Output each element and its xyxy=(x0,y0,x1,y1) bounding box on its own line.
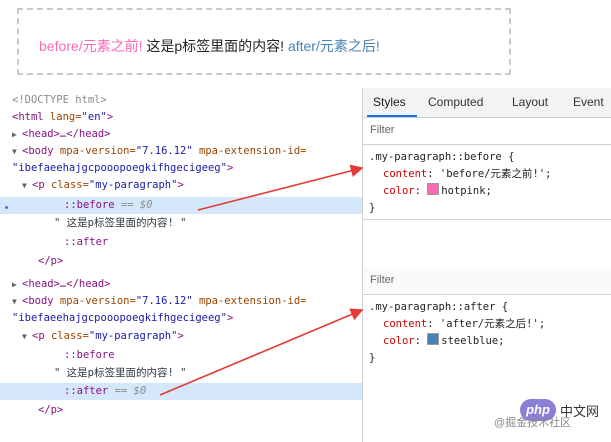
filter-input-2[interactable]: Filter xyxy=(370,274,394,286)
filter-bar[interactable]: Filter xyxy=(363,118,611,145)
rule-close-brace: } xyxy=(369,352,376,364)
collapse-triangle-icon[interactable]: ▼ xyxy=(12,143,22,160)
filter-bar-2[interactable]: Filter xyxy=(363,268,611,295)
p-close-tag-2[interactable]: </p> xyxy=(38,402,63,419)
selected-node-marker xyxy=(5,206,8,209)
devtools-tab-bar: Styles Computed Layout Event xyxy=(363,88,611,118)
css-rule-after[interactable]: .my-paragraph::after { content: 'after/元… xyxy=(369,299,545,367)
collapse-triangle-icon[interactable]: ▼ xyxy=(22,177,32,194)
tab-event-listeners[interactable]: Event xyxy=(573,95,604,109)
content-declaration[interactable]: content: 'after/元素之后!'; xyxy=(369,316,545,333)
rule-selector[interactable]: .my-paragraph::after { xyxy=(369,299,545,316)
after-pseudo-node-2[interactable]: ::after == $0 xyxy=(64,383,146,400)
paragraph-text: 这是p标签里面的内容! xyxy=(142,38,288,54)
tab-layout[interactable]: Layout xyxy=(512,95,548,109)
watermark-text: @掘金技术社区 xyxy=(494,417,572,429)
head-node[interactable]: ▶ <head>…</head> xyxy=(12,126,111,143)
body-node-2-attr-continued[interactable]: "ibefaeehajgcpooopoegkifhgecigeeg"> xyxy=(12,310,233,327)
p-close-tag[interactable]: </p> xyxy=(38,253,63,270)
filter-input[interactable]: Filter xyxy=(370,124,394,136)
selected-node-highlight-before xyxy=(0,197,362,214)
expand-triangle-icon[interactable]: ▶ xyxy=(12,276,22,293)
pane-divider xyxy=(363,219,611,220)
css-rule-before[interactable]: .my-paragraph::before { content: 'before… xyxy=(369,149,551,217)
text-node[interactable]: " 这是p标签里面的内容! " xyxy=(54,215,186,232)
content-declaration[interactable]: content: 'before/元素之前!'; xyxy=(369,166,551,183)
color-swatch-icon[interactable] xyxy=(427,183,440,195)
after-pseudo-node[interactable]: ::after xyxy=(64,234,108,251)
collapse-triangle-icon[interactable]: ▼ xyxy=(22,328,32,345)
styles-pane: Styles Computed Layout Event Filter .my-… xyxy=(362,88,611,442)
color-declaration[interactable]: color: steelblue; xyxy=(369,333,545,350)
active-tab-indicator xyxy=(367,115,417,117)
doctype-line[interactable]: <!DOCTYPE html> xyxy=(12,92,107,109)
rule-selector[interactable]: .my-paragraph::before { xyxy=(369,149,551,166)
tab-computed[interactable]: Computed xyxy=(428,95,483,109)
before-pseudo-text: before/元素之前! xyxy=(39,38,143,54)
collapse-triangle-icon[interactable]: ▼ xyxy=(12,293,22,310)
body-node[interactable]: ▼ <body mpa-version="7.16.12" mpa-extensi… xyxy=(12,143,307,160)
html-node[interactable]: <html lang="en"> xyxy=(12,109,113,126)
text-node-2[interactable]: " 这是p标签里面的内容! " xyxy=(54,365,186,382)
head-node-2[interactable]: ▶ <head>…</head> xyxy=(12,276,111,293)
before-pseudo-node-2[interactable]: ::before xyxy=(64,347,115,364)
body-node-2[interactable]: ▼ <body mpa-version="7.16.12" mpa-extensi… xyxy=(12,293,307,310)
before-pseudo-node[interactable]: ::before == $0 xyxy=(64,197,153,214)
demo-paragraph: before/元素之前! 这是p标签里面的内容! after/元素之后! xyxy=(39,36,380,56)
p-node-2[interactable]: ▼ <p class="my-paragraph"> xyxy=(22,328,184,345)
after-pseudo-text: after/元素之后! xyxy=(287,38,380,54)
rule-close-brace: } xyxy=(369,202,376,214)
expand-triangle-icon[interactable]: ▶ xyxy=(12,126,22,143)
color-declaration[interactable]: color: hotpink; xyxy=(369,183,551,200)
body-node-attr-continued[interactable]: "ibefaeehajgcpooopoegkifhgecigeeg"> xyxy=(12,160,233,177)
selected-node-highlight-after xyxy=(0,383,362,400)
p-node[interactable]: ▼ <p class="my-paragraph"> xyxy=(22,177,184,194)
color-swatch-icon[interactable] xyxy=(427,333,440,345)
tab-styles[interactable]: Styles xyxy=(373,95,406,109)
demo-paragraph-box: before/元素之前! 这是p标签里面的内容! after/元素之后! xyxy=(17,8,511,75)
